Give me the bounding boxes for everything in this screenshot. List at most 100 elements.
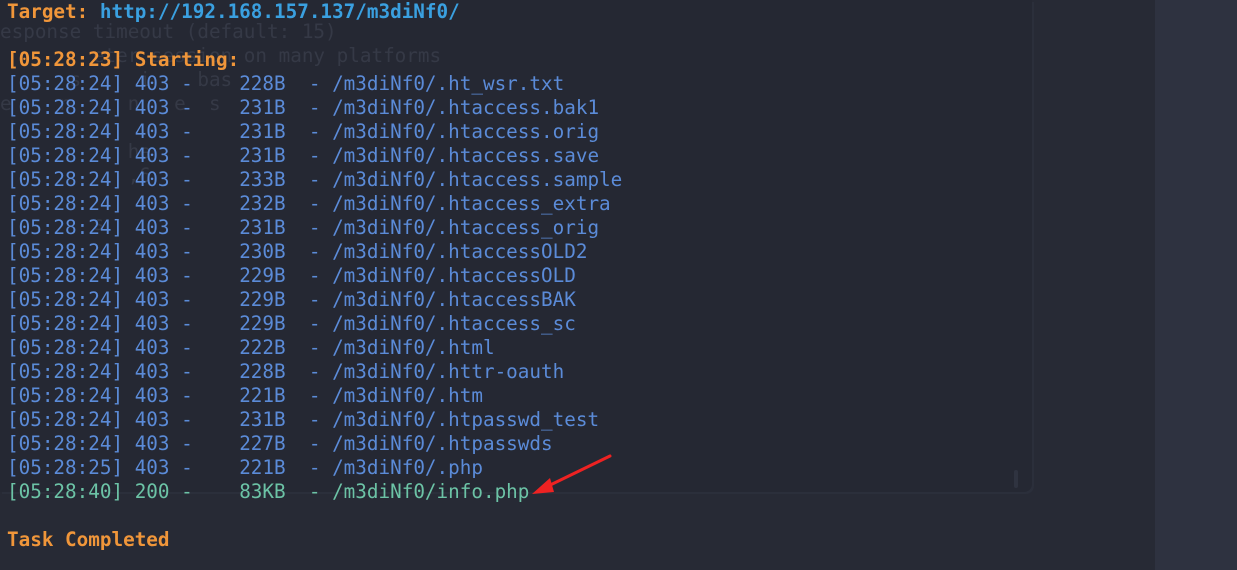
- result-size: 231B: [239, 96, 286, 119]
- start-label: Starting:: [134, 48, 240, 71]
- result-status: 403: [134, 288, 170, 311]
- completed-line: Task Completed: [7, 528, 622, 552]
- target-label: Target:: [7, 0, 89, 23]
- result-row: [05:28:24] 403 - 231B - /m3diNf0/.htpass…: [7, 408, 600, 431]
- result-path: /m3diNf0/.ht_wsr.txt: [332, 72, 565, 95]
- result-size: 229B: [239, 288, 286, 311]
- target-line: Target: http://192.168.157.137/m3diNf0/: [7, 0, 622, 24]
- result-row: [05:28:24] 403 - 233B - /m3diNf0/.htacce…: [7, 168, 623, 191]
- result-size: 221B: [239, 384, 286, 407]
- start-time: [05:28:23]: [7, 48, 124, 71]
- result-time: [05:28:24]: [7, 336, 124, 359]
- starting-line: [05:28:23] Starting:: [7, 48, 622, 72]
- result-path: /m3diNf0/.htaccessOLD: [332, 264, 576, 287]
- result-status: 200: [134, 480, 170, 503]
- result-status: 403: [134, 336, 170, 359]
- result-status: 403: [134, 408, 170, 431]
- result-time: [05:28:24]: [7, 168, 124, 191]
- result-size: 230B: [239, 240, 286, 263]
- result-path: /m3diNf0/.htaccess_extra: [332, 192, 611, 215]
- side-panel: [1155, 0, 1237, 570]
- result-status: 403: [134, 192, 170, 215]
- result-time: [05:28:24]: [7, 432, 124, 455]
- result-path: /m3diNf0/.httr-oauth: [332, 360, 565, 383]
- result-status: 403: [134, 240, 170, 263]
- result-path: /m3diNf0/.htaccessBAK: [332, 288, 576, 311]
- result-path: /m3diNf0/.htaccessOLD2: [332, 240, 588, 263]
- result-path: /m3diNf0/.php: [332, 456, 483, 479]
- result-row: [05:28:24] 403 - 229B - /m3diNf0/.htacce…: [7, 312, 576, 335]
- result-row: [05:28:24] 403 - 228B - /m3diNf0/.ht_wsr…: [7, 72, 565, 95]
- result-status: 403: [134, 72, 170, 95]
- result-time: [05:28:24]: [7, 240, 124, 263]
- red-arrow-icon: [532, 454, 612, 494]
- result-time: [05:28:40]: [7, 480, 124, 503]
- result-path: /m3diNf0/info.php: [332, 480, 530, 503]
- result-size: 232B: [239, 192, 286, 215]
- result-status: 403: [134, 216, 170, 239]
- result-size: 231B: [239, 216, 286, 239]
- background-scrollbar: [1014, 470, 1018, 488]
- result-size: 233B: [239, 168, 286, 191]
- result-status: 403: [134, 120, 170, 143]
- result-time: [05:28:24]: [7, 360, 124, 383]
- result-list: [05:28:24] 403 - 228B - /m3diNf0/.ht_wsr…: [7, 72, 622, 504]
- result-time: [05:28:24]: [7, 384, 124, 407]
- result-status: 403: [134, 432, 170, 455]
- target-url: http://192.168.157.137/m3diNf0/: [99, 0, 460, 23]
- task-completed-text: Task Completed: [7, 528, 170, 551]
- result-row: [05:28:24] 403 - 228B - /m3diNf0/.httr-o…: [7, 360, 565, 383]
- result-row: [05:28:24] 403 - 231B - /m3diNf0/.htacce…: [7, 96, 600, 119]
- result-status: 403: [134, 312, 170, 335]
- result-status: 403: [134, 384, 170, 407]
- result-path: /m3diNf0/.htaccess.orig: [332, 120, 600, 143]
- result-path: /m3diNf0/.htpasswd_test: [332, 408, 600, 431]
- terminal-window[interactable]: esponse timeout (default: 15) eter sessi…: [0, 0, 1237, 570]
- result-row: [05:28:24] 403 - 231B - /m3diNf0/.htacce…: [7, 216, 600, 239]
- result-row: [05:28:24] 403 - 231B - /m3diNf0/.htacce…: [7, 144, 600, 167]
- result-size: 228B: [239, 72, 286, 95]
- result-status: 403: [134, 456, 170, 479]
- result-size: 231B: [239, 144, 286, 167]
- result-status: 403: [134, 144, 170, 167]
- result-time: [05:28:24]: [7, 120, 124, 143]
- result-time: [05:28:24]: [7, 216, 124, 239]
- result-status: 403: [134, 168, 170, 191]
- result-size: 228B: [239, 360, 286, 383]
- result-time: [05:28:25]: [7, 456, 124, 479]
- result-row: [05:28:24] 403 - 232B - /m3diNf0/.htacce…: [7, 192, 611, 215]
- result-row: [05:28:24] 403 - 222B - /m3diNf0/.html: [7, 336, 495, 359]
- result-size: 231B: [239, 120, 286, 143]
- result-path: /m3diNf0/.htm: [332, 384, 483, 407]
- result-path: /m3diNf0/.htaccess.bak1: [332, 96, 600, 119]
- result-size: 222B: [239, 336, 286, 359]
- result-size: 229B: [239, 312, 286, 335]
- result-time: [05:28:24]: [7, 144, 124, 167]
- result-path: /m3diNf0/.htaccess.save: [332, 144, 600, 167]
- result-path: /m3diNf0/.html: [332, 336, 495, 359]
- result-size: 229B: [239, 264, 286, 287]
- result-row: [05:28:24] 403 - 230B - /m3diNf0/.htacce…: [7, 240, 588, 263]
- result-time: [05:28:24]: [7, 288, 124, 311]
- result-path: /m3diNf0/.htaccess_orig: [332, 216, 600, 239]
- result-time: [05:28:24]: [7, 96, 124, 119]
- result-status: 403: [134, 96, 170, 119]
- result-time: [05:28:24]: [7, 408, 124, 431]
- result-row: [05:28:24] 403 - 221B - /m3diNf0/.htm: [7, 384, 483, 407]
- result-time: [05:28:24]: [7, 72, 124, 95]
- result-row: [05:28:24] 403 - 229B - /m3diNf0/.htacce…: [7, 264, 576, 287]
- result-size: 231B: [239, 408, 286, 431]
- result-path: /m3diNf0/.htaccess.sample: [332, 168, 623, 191]
- result-size: 221B: [239, 456, 286, 479]
- result-time: [05:28:24]: [7, 312, 124, 335]
- result-row: [05:28:24] 403 - 231B - /m3diNf0/.htacce…: [7, 120, 600, 143]
- result-row: [05:28:24] 403 - 229B - /m3diNf0/.htacce…: [7, 288, 576, 311]
- result-path: /m3diNf0/.htaccess_sc: [332, 312, 576, 335]
- result-time: [05:28:24]: [7, 264, 124, 287]
- result-size: 227B: [239, 432, 286, 455]
- result-status: 403: [134, 264, 170, 287]
- result-size: 83KB: [239, 480, 286, 503]
- result-path: /m3diNf0/.htpasswds: [332, 432, 553, 455]
